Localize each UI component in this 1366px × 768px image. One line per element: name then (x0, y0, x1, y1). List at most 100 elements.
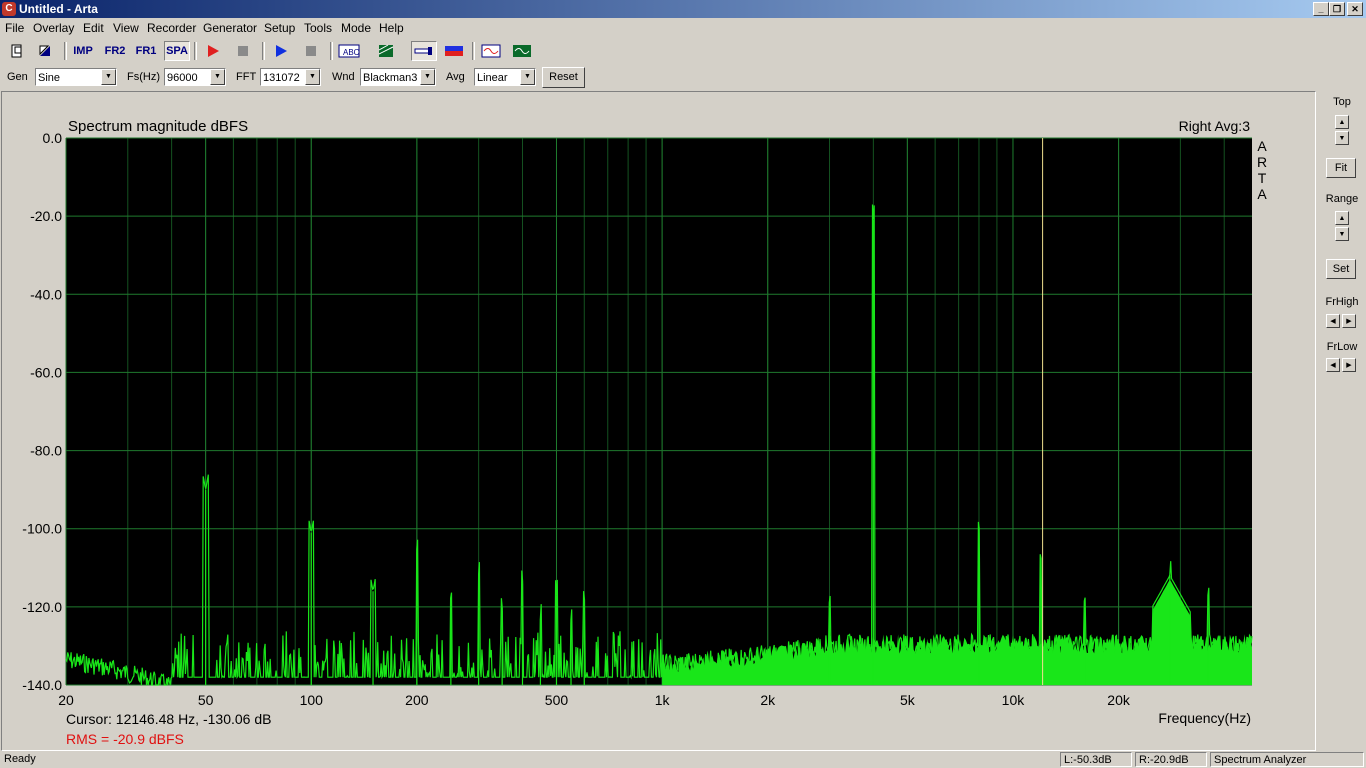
stop-icon[interactable] (232, 41, 254, 61)
status-mode: Spectrum Analyzer (1210, 752, 1364, 767)
fft-select[interactable]: 131072 ▼ (260, 68, 321, 86)
fs-select[interactable]: 96000 ▼ (164, 68, 226, 86)
frlow-right-icon[interactable]: ▶ (1342, 358, 1356, 372)
control-bar: Gen Sine ▼ Fs(Hz) 96000 ▼ FFT 131072 ▼ W… (0, 65, 1366, 89)
stop-play-icon[interactable] (300, 41, 322, 61)
gen-label: Gen (7, 71, 28, 83)
y-tick-label: 0.0 (43, 130, 63, 146)
watermark-letter: T (1258, 170, 1267, 186)
y-tick-label: -80.0 (30, 443, 62, 459)
fit-button[interactable]: Fit (1326, 158, 1356, 178)
fft-label: FFT (236, 71, 257, 83)
avg-select[interactable]: Linear ▼ (474, 68, 536, 86)
new-file-icon[interactable] (6, 41, 28, 61)
x-tick-label: 200 (405, 692, 429, 708)
status-left-level: L:-50.3dB (1060, 752, 1132, 767)
cursor-icon[interactable] (411, 41, 437, 61)
x-tick-label: 1k (655, 692, 671, 708)
x-tick-label: 10k (1002, 692, 1026, 708)
chevron-down-icon[interactable]: ▼ (210, 69, 225, 85)
grid-icon[interactable] (375, 41, 397, 61)
x-axis-label: Frequency(Hz) (1158, 710, 1251, 726)
toolbar-separator (330, 42, 333, 60)
y-tick-label: -20.0 (30, 208, 62, 224)
wnd-value: Blackman3 (363, 72, 418, 84)
range-up-icon[interactable]: ▲ (1335, 211, 1349, 225)
menu-view[interactable]: View (113, 21, 139, 35)
menu-mode[interactable]: Mode (341, 21, 371, 35)
svg-text:ABC: ABC (343, 48, 360, 57)
record-icon[interactable] (202, 41, 224, 61)
chevron-down-icon[interactable]: ▼ (101, 69, 116, 85)
fr1-button[interactable]: FR1 (133, 41, 159, 61)
frhigh-right-icon[interactable]: ▶ (1342, 314, 1356, 328)
range-down-icon[interactable]: ▼ (1335, 227, 1349, 241)
menu-bar: File Overlay Edit View Recorder Generato… (0, 18, 1366, 38)
x-tick-label: 500 (545, 692, 569, 708)
avg-value: Linear (477, 72, 508, 84)
play-icon[interactable] (270, 41, 292, 61)
toolbar-separator (262, 42, 265, 60)
spectrum-chart[interactable]: 0.0 -20.0 -40.0 -60.0 -80.0 -100.0 -120.0 -140.… (2, 92, 1315, 750)
status-ready: Ready (4, 753, 36, 765)
chevron-down-icon[interactable]: ▼ (520, 69, 535, 85)
cursor-readout: Cursor: 12146.48 Hz, -130.06 dB (66, 711, 271, 727)
scope-icon[interactable] (510, 41, 534, 61)
reset-button[interactable]: Reset (542, 67, 585, 88)
menu-tools[interactable]: Tools (304, 21, 332, 35)
toolbar: IMP FR2 FR1 SPA ABC (0, 39, 1366, 63)
wnd-select[interactable]: Blackman3 ▼ (360, 68, 436, 86)
fr2-button[interactable]: FR2 (102, 41, 128, 61)
imp-button[interactable]: IMP (70, 41, 96, 61)
app-icon[interactable]: C (2, 2, 16, 16)
x-tick-label: 20k (1107, 692, 1131, 708)
set-button[interactable]: Set (1326, 259, 1356, 279)
y-tick-label: -60.0 (30, 364, 62, 380)
frhigh-label: FrHigh (1325, 296, 1359, 308)
waveform-icon[interactable] (479, 41, 503, 61)
text-abc-icon[interactable]: ABC (337, 41, 361, 61)
frlow-left-icon[interactable]: ◀ (1326, 358, 1340, 372)
top-up-icon[interactable]: ▲ (1335, 115, 1349, 129)
menu-overlay[interactable]: Overlay (33, 21, 74, 35)
menu-setup[interactable]: Setup (264, 21, 295, 35)
gen-value: Sine (38, 72, 61, 84)
chevron-down-icon[interactable]: ▼ (420, 69, 435, 85)
fs-value: 96000 (167, 72, 198, 84)
watermark-letter: R (1257, 154, 1267, 170)
gen-select[interactable]: Sine ▼ (35, 68, 117, 86)
menu-generator[interactable]: Generator (203, 21, 257, 35)
y-tick-label: -120.0 (22, 599, 62, 615)
x-tick-label: 50 (198, 692, 214, 708)
channel-avg-label: Right Avg:3 (1179, 118, 1251, 134)
spa-button[interactable]: SPA (164, 41, 190, 61)
chart-title: Spectrum magnitude dBFS (68, 118, 248, 135)
minimize-button[interactable]: _ (1313, 2, 1329, 16)
menu-edit[interactable]: Edit (83, 21, 104, 35)
menu-recorder[interactable]: Recorder (147, 21, 196, 35)
toolbar-separator (472, 42, 475, 60)
window-title: Untitled - Arta (19, 2, 98, 16)
top-down-icon[interactable]: ▼ (1335, 131, 1349, 145)
fft-value: 131072 (263, 72, 300, 84)
frhigh-left-icon[interactable]: ◀ (1326, 314, 1340, 328)
y-tick-label: -100.0 (22, 521, 62, 537)
avg-label: Avg (446, 71, 465, 83)
toolbar-separator (194, 42, 197, 60)
color-icon[interactable] (442, 41, 466, 61)
menu-file[interactable]: File (5, 21, 24, 35)
status-bar: Ready L:-50.3dB R:-20.9dB Spectrum Analy… (0, 750, 1366, 768)
menu-help[interactable]: Help (379, 21, 404, 35)
status-right-level: R:-20.9dB (1135, 752, 1207, 767)
plot-background (66, 138, 1252, 685)
rms-readout: RMS = -20.9 dBFS (66, 731, 184, 747)
range-label: Range (1325, 193, 1359, 205)
chevron-down-icon[interactable]: ▼ (305, 69, 320, 85)
side-panel: Top ▲ ▼ Fit Range ▲ ▼ Set FrHigh ◀ ▶ FrL… (1318, 91, 1366, 749)
close-button[interactable]: ✕ (1347, 2, 1363, 16)
restore-button[interactable]: ❐ (1329, 2, 1345, 16)
open-icon[interactable] (34, 41, 56, 61)
x-tick-label: 20 (58, 692, 74, 708)
toolbar-separator (64, 42, 67, 60)
frlow-label: FrLow (1326, 341, 1358, 353)
